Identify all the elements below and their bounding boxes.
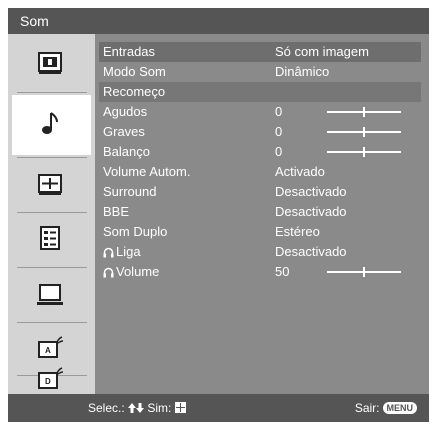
slider-knob[interactable] [363,107,365,117]
row-label: BBE [103,204,130,219]
menu-row-recomeco[interactable]: Recomeço [99,82,421,102]
menu-row-entradas[interactable]: Entradas Só com imagem [99,42,421,62]
row-value: 50 [275,264,290,279]
tv-menu-screen: Som A D Entradas Só com imagem Modo Som … [8,8,429,422]
row-label-wrap: Liga [103,244,141,259]
row-value: 0 [275,124,283,139]
sidebar-item-picture[interactable] [8,34,95,92]
slider-knob[interactable] [363,127,365,137]
sidebar-item-pc[interactable] [8,269,95,321]
menu-row-surround[interactable]: Surround Desactivado [99,182,421,202]
confirm-hint-label: Sim: [147,401,172,415]
footer-bar: Selec.: Sim: Sair: MENU [8,394,429,422]
headphone-icon [103,267,114,278]
row-value: 0 [275,144,283,159]
select-hint-label: Selec.: [88,401,125,415]
enter-button-icon [174,402,186,413]
svg-text:A: A [45,346,51,355]
slider-knob[interactable] [363,147,365,157]
row-label: Volume Autom. [103,164,191,179]
menu-row-headphone-volume[interactable]: Volume 50 [99,262,421,282]
row-value: Desactivado [275,204,347,219]
headphone-icon [103,247,114,258]
category-sidebar: A D [8,34,95,394]
menu-title: Som [20,13,49,29]
slider-knob[interactable] [363,267,365,277]
row-value: Estéreo [275,224,320,239]
menu-key-icon: MENU [382,402,417,414]
digital-tv-icon: D [38,367,64,389]
picture-icon [38,52,62,74]
row-label: Liga [116,244,141,259]
agudos-slider[interactable] [327,107,401,117]
menu-row-modo-som[interactable]: Modo Som Dinâmico [99,62,421,82]
row-label: Modo Som [103,64,166,79]
sound-menu-panel: Entradas Só com imagem Modo Som Dinâmico… [95,34,429,394]
music-note-icon [42,112,58,134]
list-settings-icon [40,226,60,250]
row-label: Surround [103,184,157,199]
sidebar-item-settings[interactable] [8,214,95,266]
row-value: 0 [275,104,283,119]
row-value: Desactivado [275,184,347,199]
row-label: Recomeço [103,84,166,99]
menu-row-bbe[interactable]: BBE Desactivado [99,202,421,222]
balanco-slider[interactable] [327,147,401,157]
row-label: Graves [103,124,145,139]
menu-row-agudos[interactable]: Agudos 0 [99,102,421,122]
row-label: Volume [116,264,160,279]
svg-text:D: D [45,377,51,386]
menu-row-graves[interactable]: Graves 0 [99,122,421,142]
title-bar: Som [8,8,429,34]
analog-tv-icon: A [38,336,64,358]
monitor-icon [37,284,63,305]
footer-hints: Selec.: Sim: [88,401,186,415]
row-label-wrap: Volume [103,264,159,279]
up-down-arrows-icon [128,403,145,413]
headphone-volume-slider[interactable] [327,267,401,277]
exit-hint: Sair: MENU [355,401,417,415]
menu-row-balanco[interactable]: Balanço 0 [99,142,421,162]
row-label: Agudos [103,104,148,119]
row-label: Balanço [103,144,150,159]
row-value: Só com imagem [275,44,369,59]
sidebar-item-sound[interactable] [12,95,91,155]
menu-row-som-duplo[interactable]: Som Duplo Estéreo [99,222,421,242]
screen-adjust-icon [38,174,62,195]
exit-hint-label: Sair: [354,401,380,415]
row-label: Som Duplo [103,224,168,239]
row-value: Desactivado [275,244,347,259]
menu-row-volume-autom[interactable]: Volume Autom. Activado [99,162,421,182]
sidebar-item-screen[interactable] [8,159,95,211]
row-value: Dinâmico [275,64,330,79]
menu-row-headphone-liga[interactable]: Liga Desactivado [99,242,421,262]
graves-slider[interactable] [327,127,401,137]
row-label: Entradas [103,44,156,59]
row-value: Activado [275,164,325,179]
